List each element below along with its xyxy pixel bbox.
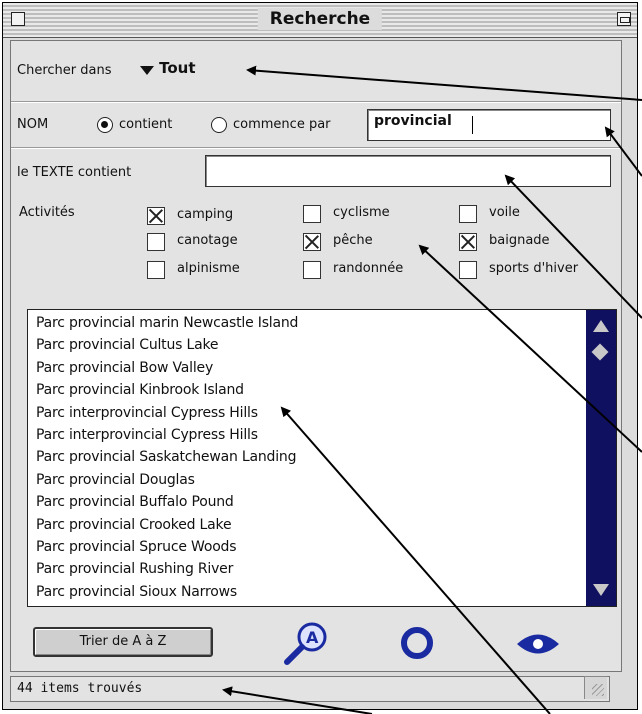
triangle-down-icon (140, 65, 154, 75)
checkbox-cyclisme[interactable] (303, 205, 321, 223)
name-label: NOM (17, 117, 49, 132)
list-item[interactable]: Parc provincial Rushing River (36, 558, 576, 580)
checkbox-camping[interactable] (147, 207, 165, 225)
checkbox-sports-hiver-label[interactable]: sports d'hiver (489, 261, 578, 276)
title-bar[interactable]: Recherche (3, 3, 637, 38)
checkbox-sports-hiver[interactable] (459, 261, 477, 279)
list-item[interactable]: Parc provincial Sioux Narrows (36, 581, 576, 603)
window-title: Recherche (257, 8, 383, 30)
list-item[interactable]: Parc provincial Crooked Lake (36, 514, 576, 536)
list-item[interactable]: Parc provincial Cultus Lake (36, 334, 576, 356)
list-item[interactable]: Parc provincial Douglas (36, 469, 576, 491)
text-cursor (472, 116, 473, 134)
list-item[interactable]: Parc provincial Bow Valley (36, 357, 576, 379)
list-item[interactable]: Parc provincial Spruce Woods (36, 536, 576, 558)
divider (11, 101, 621, 103)
results-items: Parc provincial marin Newcastle Island Pa… (36, 312, 576, 603)
radio-contains[interactable] (97, 117, 113, 133)
list-item[interactable]: Parc provincial marin Newcastle Island (36, 312, 576, 334)
results-list[interactable]: Parc provincial marin Newcastle Island Pa… (27, 309, 617, 607)
name-input[interactable]: provincial (367, 109, 611, 141)
scrollbar[interactable] (586, 310, 616, 606)
resize-grip-icon[interactable] (584, 676, 607, 699)
search-panel: Chercher dans Tout NOM contient commence… (10, 40, 622, 672)
scroll-up-arrow-icon[interactable] (593, 320, 609, 332)
eye-icon[interactable] (513, 627, 563, 661)
list-item[interactable]: Parc provincial Buffalo Pound (36, 491, 576, 513)
close-box[interactable] (11, 12, 25, 26)
list-item[interactable]: Parc provincial Kinbrook Island (36, 379, 576, 401)
svg-text:A: A (306, 628, 319, 647)
checkbox-voile[interactable] (459, 205, 477, 223)
checkbox-camping-label[interactable]: camping (177, 207, 233, 222)
status-text: 44 items trouvés (17, 681, 143, 696)
search-in-label: Chercher dans (17, 63, 112, 78)
list-item[interactable]: Parc interprovincial Cypress Hills (36, 402, 576, 424)
checkbox-baignade[interactable] (459, 233, 477, 251)
checkbox-canotage[interactable] (147, 233, 165, 251)
checkbox-voile-label[interactable]: voile (489, 205, 520, 220)
status-bar: 44 items trouvés (10, 676, 610, 702)
checkbox-alpinisme[interactable] (147, 261, 165, 279)
magnifier-icon[interactable]: A (279, 619, 335, 667)
radio-contains-label[interactable]: contient (119, 117, 172, 132)
search-in-popup[interactable]: Tout (139, 59, 196, 77)
checkbox-alpinisme-label[interactable]: alpinisme (177, 261, 240, 276)
sort-button[interactable]: Trier de A à Z (33, 627, 213, 657)
search-in-value: Tout (159, 59, 196, 77)
checkbox-peche[interactable] (303, 233, 321, 251)
checkbox-randonnee-label[interactable]: randonnée (333, 261, 403, 276)
checkbox-baignade-label[interactable]: baignade (489, 233, 550, 248)
scroll-down-arrow-icon[interactable] (593, 584, 609, 596)
circle-icon[interactable] (397, 623, 437, 663)
checkbox-canotage-label[interactable]: canotage (177, 233, 238, 248)
divider (11, 147, 621, 149)
checkbox-cyclisme-label[interactable]: cyclisme (333, 205, 390, 220)
activities-label: Activités (19, 205, 75, 220)
checkbox-peche-label[interactable]: pêche (333, 233, 373, 248)
list-item[interactable]: Parc provincial Saskatchewan Landing (36, 446, 576, 468)
name-input-value: provincial (374, 113, 452, 129)
list-item[interactable]: Parc interprovincial Cypress Hills (36, 424, 576, 446)
text-label: le TEXTE contient (17, 165, 132, 180)
radio-starts-with-label[interactable]: commence par (233, 117, 331, 132)
scroll-thumb[interactable] (591, 343, 609, 361)
radio-starts-with[interactable] (211, 117, 227, 133)
zoom-box[interactable] (617, 12, 631, 26)
checkbox-randonnee[interactable] (303, 261, 321, 279)
text-input[interactable] (205, 155, 611, 187)
